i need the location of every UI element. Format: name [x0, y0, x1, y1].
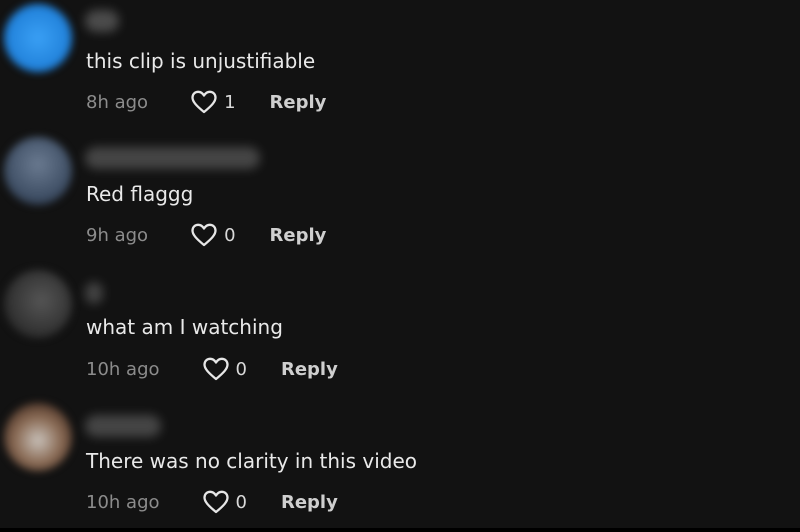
username[interactable]: [85, 282, 103, 304]
heart-icon[interactable]: [202, 489, 230, 515]
like-count: 1: [224, 91, 236, 113]
comment-meta: 10h ago 0 Reply: [86, 355, 338, 383]
username[interactable]: [85, 147, 260, 169]
comment-meta: 9h ago 0 Reply: [86, 221, 326, 249]
heart-icon[interactable]: [190, 89, 218, 115]
username[interactable]: [85, 415, 161, 437]
comment-item: There was no clarity in this video 10h a…: [0, 399, 800, 532]
comment-meta: 8h ago 1 Reply: [86, 88, 326, 116]
like-button[interactable]: 1: [190, 89, 236, 115]
avatar[interactable]: [4, 4, 72, 72]
comments-panel: this clip is unjustifiable 8h ago 1 Repl…: [0, 0, 800, 528]
reply-button[interactable]: Reply: [270, 225, 327, 246]
comment-timestamp: 9h ago: [86, 224, 149, 246]
like-count: 0: [224, 224, 236, 246]
comment-item: this clip is unjustifiable 8h ago 1 Repl…: [0, 0, 800, 133]
comment-text: There was no clarity in this video: [86, 449, 417, 473]
avatar[interactable]: [4, 270, 72, 338]
comment-timestamp: 10h ago: [86, 358, 160, 380]
like-button[interactable]: 0: [202, 489, 247, 515]
comment-text: what am I watching: [86, 315, 283, 339]
comment-text: Red flaggg: [86, 182, 194, 206]
like-count: 0: [235, 358, 247, 380]
heart-icon[interactable]: [190, 222, 218, 248]
comment-timestamp: 10h ago: [86, 491, 160, 513]
comment-meta: 10h ago 0 Reply: [86, 488, 338, 516]
reply-button[interactable]: Reply: [281, 492, 338, 513]
like-button[interactable]: 0: [202, 356, 247, 382]
avatar[interactable]: [4, 137, 72, 205]
avatar[interactable]: [4, 403, 72, 471]
comment-item: Red flaggg 9h ago 0 Reply: [0, 133, 800, 266]
like-count: 0: [235, 491, 247, 513]
like-button[interactable]: 0: [190, 222, 236, 248]
comment-text: this clip is unjustifiable: [86, 49, 316, 73]
username[interactable]: [85, 10, 119, 32]
comment-item: what am I watching 10h ago 0 Reply: [0, 266, 800, 399]
heart-icon[interactable]: [202, 356, 230, 382]
comment-timestamp: 8h ago: [86, 91, 149, 113]
reply-button[interactable]: Reply: [270, 92, 327, 113]
reply-button[interactable]: Reply: [281, 359, 338, 380]
